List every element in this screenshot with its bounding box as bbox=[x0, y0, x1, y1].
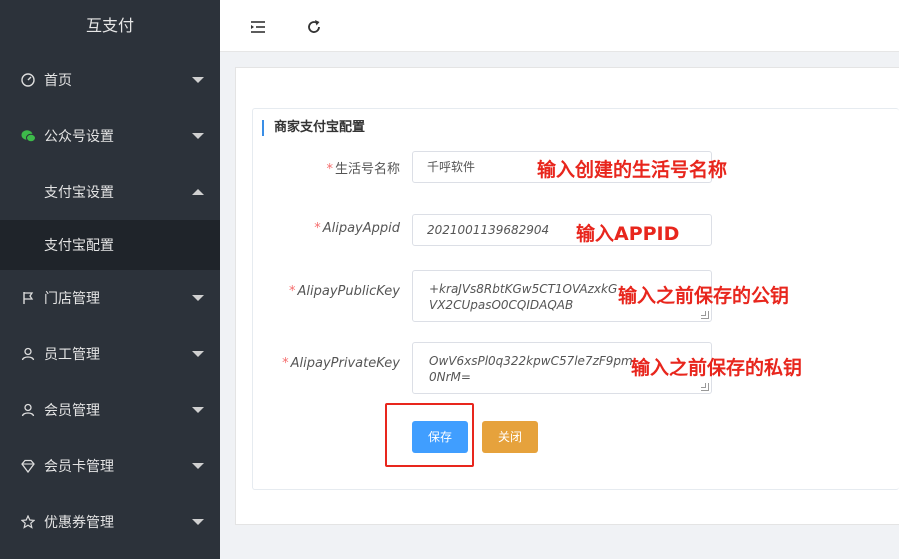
chevron-down-icon bbox=[192, 519, 204, 525]
sidebar-item-label: 支付宝设置 bbox=[44, 185, 114, 201]
wechat-icon bbox=[20, 128, 36, 144]
sidebar-item-wechat-settings[interactable]: 公众号设置 bbox=[0, 108, 220, 164]
save-button[interactable]: 保存 bbox=[412, 421, 468, 453]
chevron-down-icon bbox=[192, 77, 204, 83]
star-icon bbox=[20, 514, 36, 530]
sidebar: 互支付 首页 公众号设置 支付宝设置 支付宝配置 门店管理 员工管理 会员管理 … bbox=[0, 0, 220, 559]
sidebar-item-label: 优惠券管理 bbox=[44, 515, 114, 531]
public-key-label: * AlipayPublicKey bbox=[289, 284, 400, 299]
appid-label: * AlipayAppid bbox=[314, 221, 400, 236]
sidebar-item-staff-management[interactable]: 员工管理 bbox=[0, 326, 220, 382]
sidebar-item-store-management[interactable]: 门店管理 bbox=[0, 270, 220, 326]
user-icon bbox=[20, 346, 36, 362]
sidebar-item-coupon-management[interactable]: 优惠券管理 bbox=[0, 494, 220, 550]
user-icon bbox=[20, 402, 36, 418]
sidebar-item-alipay-config[interactable]: 支付宝配置 bbox=[0, 220, 220, 270]
diamond-icon bbox=[20, 458, 36, 474]
sidebar-item-alipay-settings[interactable]: 支付宝设置 bbox=[0, 164, 220, 220]
chevron-up-icon bbox=[192, 189, 204, 195]
top-bar bbox=[220, 0, 899, 52]
sidebar-item-label: 首页 bbox=[44, 73, 72, 89]
sidebar-item-label: 员工管理 bbox=[44, 347, 100, 363]
app-title: 互支付 bbox=[85, 16, 134, 35]
sidebar-item-label: 公众号设置 bbox=[44, 129, 114, 145]
life-name-label: * 生活号名称 bbox=[326, 162, 400, 177]
resize-handle-icon[interactable] bbox=[701, 383, 709, 391]
annotation-appid: 输入APPID bbox=[576, 223, 680, 245]
card-title: 商家支付宝配置 bbox=[262, 120, 365, 136]
sidebar-item-label: 会员管理 bbox=[44, 403, 100, 419]
sidebar-item-member-management[interactable]: 会员管理 bbox=[0, 382, 220, 438]
sidebar-item-label: 门店管理 bbox=[44, 291, 100, 307]
annotation-private-key: 输入之前保存的私钥 bbox=[631, 357, 803, 379]
sidebar-item-home[interactable]: 首页 bbox=[0, 52, 220, 108]
dashboard-icon bbox=[20, 72, 36, 88]
sidebar-item-membership-card[interactable]: 会员卡管理 bbox=[0, 438, 220, 494]
chevron-down-icon bbox=[192, 463, 204, 469]
resize-handle-icon[interactable] bbox=[701, 311, 709, 319]
sidebar-item-label: 会员卡管理 bbox=[44, 459, 114, 475]
menu-fold-icon[interactable] bbox=[249, 18, 267, 36]
sidebar-item-label: 支付宝配置 bbox=[44, 238, 114, 254]
private-key-label: * AlipayPrivateKey bbox=[282, 356, 400, 371]
annotation-public-key: 输入之前保存的公钥 bbox=[618, 285, 790, 307]
chevron-down-icon bbox=[192, 407, 204, 413]
annotation-life-name: 输入创建的生活号名称 bbox=[537, 159, 728, 181]
close-button[interactable]: 关闭 bbox=[482, 421, 538, 453]
refresh-icon[interactable] bbox=[305, 18, 323, 36]
flag-icon bbox=[20, 290, 36, 306]
chevron-down-icon bbox=[192, 133, 204, 139]
